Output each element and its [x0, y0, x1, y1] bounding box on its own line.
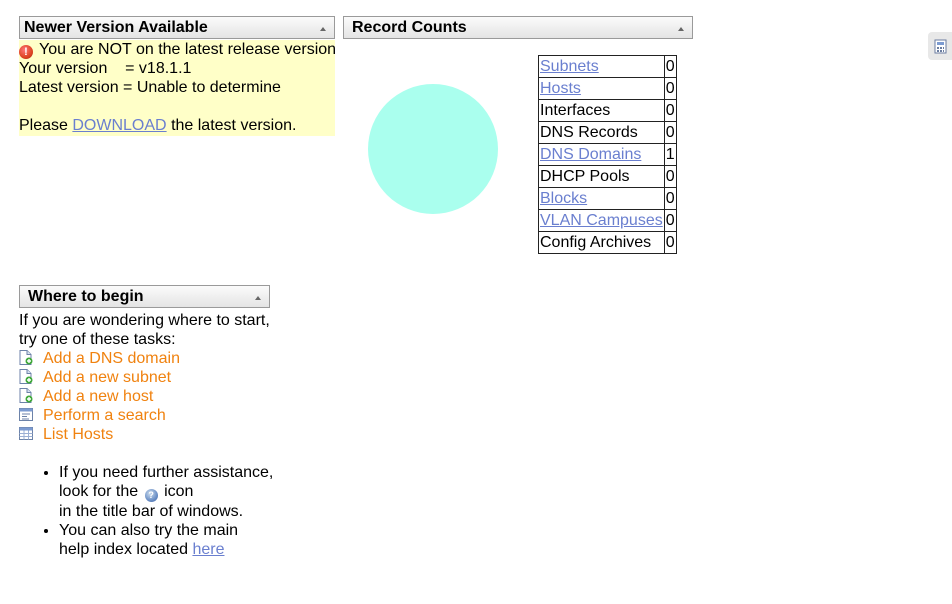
help-item-index: You can also try the main help index loc… — [59, 521, 273, 559]
record-count-label-cell: DNS Records — [538, 121, 665, 144]
collapse-version-icon[interactable] — [320, 27, 326, 31]
download-link[interactable]: DOWNLOAD — [72, 117, 166, 134]
task-list: Add a DNS domain Add a new subnet Add a ne… — [19, 349, 273, 444]
help2-line1: You can also try the main — [59, 522, 239, 539]
calculator-icon — [934, 39, 947, 54]
task-link[interactable]: List Hosts — [43, 426, 113, 443]
record-count-value: 0 — [663, 209, 677, 232]
help1-line1: If you need further assistance, — [59, 464, 274, 481]
help-index-link[interactable]: here — [192, 541, 224, 558]
record-count-value: 0 — [663, 99, 677, 122]
help-icon: ? — [144, 489, 158, 502]
search-form-icon — [19, 407, 33, 422]
record-count-link[interactable]: DNS Domains — [540, 146, 641, 163]
record-count-row: Blocks 0 — [538, 187, 677, 210]
table-list-icon — [19, 426, 33, 441]
record-count-label-cell: DNS Domains — [538, 143, 665, 166]
record-count-value: 0 — [663, 55, 677, 78]
version-panel-title: Newer Version Available — [24, 19, 208, 36]
record-count-row: DHCP Pools 0 — [538, 165, 677, 188]
where-to-begin-header: Where to begin — [19, 285, 270, 308]
task-link[interactable]: Perform a search — [43, 407, 166, 424]
help-item-title-bar: If you need further assistance, look for… — [59, 463, 273, 521]
record-count-label: Config Archives — [540, 233, 652, 251]
where-to-begin-title: Where to begin — [28, 288, 144, 305]
version-panel-header: Newer Version Available — [19, 16, 335, 39]
collapse-where-to-begin-icon[interactable] — [255, 296, 261, 300]
record-counts-pie-chart — [368, 84, 498, 214]
record-count-value: 0 — [663, 77, 677, 100]
record-count-row: Subnets 0 — [538, 55, 677, 78]
collapse-record-counts-icon[interactable] — [678, 27, 684, 31]
task-item[interactable]: Add a new host — [19, 387, 273, 406]
record-count-link[interactable]: Subnets — [540, 58, 599, 75]
record-count-label-cell: DHCP Pools — [538, 165, 665, 188]
latest-version: Latest version = Unable to determine — [19, 79, 281, 96]
record-count-label: DNS Records — [540, 123, 638, 141]
task-link[interactable]: Add a new subnet — [43, 369, 171, 386]
record-count-label-cell: Interfaces — [538, 99, 665, 122]
pie-slice-dns-domains — [368, 84, 498, 214]
task-link[interactable]: Add a DNS domain — [43, 350, 180, 367]
version-warning: You are NOT on the latest release versio… — [39, 41, 337, 58]
record-count-row: DNS Records 0 — [538, 121, 677, 144]
record-count-row: VLAN Campuses 0 — [538, 209, 677, 232]
please-text: Please — [19, 117, 68, 134]
help1-line2b: icon — [164, 483, 194, 500]
task-item[interactable]: Add a new subnet — [19, 368, 273, 387]
add-page-icon — [19, 369, 33, 384]
alert-icon: ! — [19, 45, 33, 59]
help1-line2a: look for the — [59, 483, 139, 500]
record-count-label: DHCP Pools — [540, 167, 630, 185]
task-item[interactable]: List Hosts — [19, 425, 273, 444]
record-count-row: Hosts 0 — [538, 77, 677, 100]
record-counts-title: Record Counts — [352, 19, 467, 36]
record-count-link[interactable]: VLAN Campuses — [540, 212, 663, 229]
where-to-begin-body: If you are wondering where to start, try… — [19, 311, 273, 559]
record-count-label-cell: Hosts — [538, 77, 665, 100]
task-link[interactable]: Add a new host — [43, 388, 153, 405]
record-count-value: 0 — [663, 121, 677, 144]
record-counts-table: Subnets 0 Hosts 0 Interfaces 0 DNS Records 0 DNS… — [538, 55, 677, 254]
record-count-row: Interfaces 0 — [538, 99, 677, 122]
task-item[interactable]: Add a DNS domain — [19, 349, 273, 368]
add-page-icon — [19, 350, 33, 365]
side-tab[interactable] — [928, 32, 952, 60]
record-count-link[interactable]: Hosts — [540, 80, 581, 97]
record-count-value: 0 — [663, 231, 677, 254]
record-counts-header: Record Counts — [343, 16, 693, 39]
help2-line2: help index located — [59, 541, 188, 558]
record-count-row: DNS Domains 1 — [538, 143, 677, 166]
record-count-label-cell: VLAN Campuses — [538, 209, 665, 232]
latest-suffix: the latest version. — [171, 117, 297, 134]
record-count-value: 0 — [663, 165, 677, 188]
record-count-label: Interfaces — [540, 101, 611, 119]
your-version: Your version = v18.1.1 — [19, 60, 192, 77]
record-count-value: 0 — [663, 187, 677, 210]
task-item[interactable]: Perform a search — [19, 406, 273, 425]
version-notice: ! You are NOT on the latest release versi… — [19, 40, 337, 136]
add-page-icon — [19, 388, 33, 403]
record-count-label-cell: Blocks — [538, 187, 665, 210]
help1-line3: in the title bar of windows. — [59, 503, 244, 520]
record-count-value: 1 — [663, 143, 677, 166]
help-list: If you need further assistance, look for… — [19, 463, 273, 559]
intro-line-1: If you are wondering where to start, — [19, 312, 270, 329]
intro-line-2: try one of these tasks: — [19, 331, 176, 348]
record-count-label-cell: Subnets — [538, 55, 665, 78]
record-count-row: Config Archives 0 — [538, 231, 677, 254]
record-count-label-cell: Config Archives — [538, 231, 665, 254]
record-count-link[interactable]: Blocks — [540, 190, 587, 207]
